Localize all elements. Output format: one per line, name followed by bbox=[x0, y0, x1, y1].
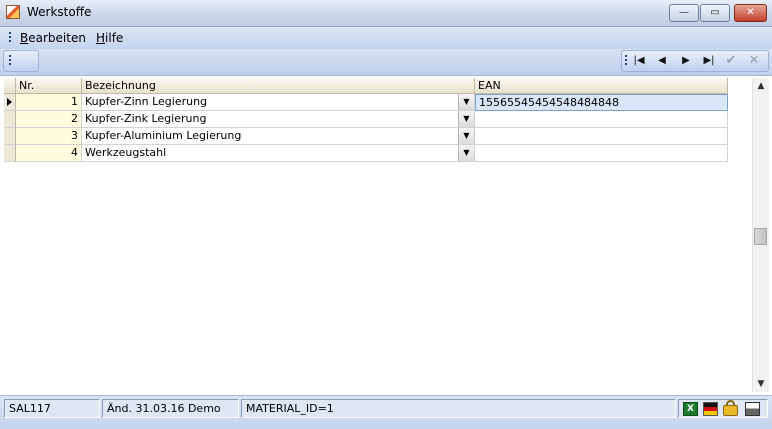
german-flag-icon[interactable] bbox=[703, 402, 718, 416]
cell-ean[interactable] bbox=[475, 145, 728, 162]
menu-bearbeiten-mnemonic: B bbox=[20, 31, 29, 45]
row-indicator[interactable] bbox=[4, 111, 16, 128]
current-row-pointer-icon bbox=[7, 98, 12, 106]
cancel-x-icon[interactable]: ✕ bbox=[745, 53, 763, 69]
navigator-grip-icon[interactable] bbox=[625, 55, 627, 67]
vertical-scrollbar[interactable]: ▲ ▼ bbox=[752, 78, 769, 392]
toolbar: |◀ ◀ ▶ ▶| ✔ ✕ bbox=[0, 49, 772, 76]
toolbar-grip-icon[interactable] bbox=[9, 55, 11, 67]
status-icon-panel: X bbox=[678, 399, 768, 418]
record-navigator: |◀ ◀ ▶ ▶| ✔ ✕ bbox=[621, 50, 769, 72]
scroll-down-icon[interactable]: ▼ bbox=[753, 376, 769, 392]
werkstoffe-grid: Nr. Bezeichnung EAN 1 Kupfer-Zinn Legier… bbox=[4, 78, 752, 394]
header-bezeichnung[interactable]: Bezeichnung bbox=[82, 78, 475, 94]
cell-nr[interactable]: 2 bbox=[16, 111, 82, 128]
row-indicator[interactable] bbox=[4, 128, 16, 145]
cell-bezeichnung-text: Kupfer-Zink Legierung bbox=[85, 112, 207, 125]
cell-bezeichnung[interactable]: Kupfer-Aluminium Legierung ▼ bbox=[82, 128, 475, 145]
printer-icon[interactable] bbox=[745, 402, 760, 416]
previous-record-icon[interactable]: ◀ bbox=[653, 53, 671, 69]
scroll-up-icon[interactable]: ▲ bbox=[753, 78, 769, 94]
cell-bezeichnung[interactable]: Kupfer-Zinn Legierung ▼ bbox=[82, 94, 475, 111]
menu-bearbeiten[interactable]: Bearbeiten bbox=[20, 31, 86, 45]
lock-icon[interactable] bbox=[723, 405, 738, 416]
werkstoffe-window: Werkstoffe — ▭ ✕ Bearbeiten Hilfe |◀ ◀ ▶… bbox=[0, 0, 772, 429]
first-record-icon[interactable]: |◀ bbox=[630, 53, 648, 69]
dropdown-arrow-icon[interactable]: ▼ bbox=[458, 145, 474, 161]
cell-bezeichnung-text: Werkzeugstahl bbox=[85, 146, 167, 159]
table-row[interactable]: 3 Kupfer-Aluminium Legierung ▼ bbox=[4, 128, 728, 145]
scroll-thumb[interactable] bbox=[754, 228, 767, 245]
cell-bezeichnung-text: Kupfer-Zinn Legierung bbox=[85, 95, 208, 108]
cell-nr[interactable]: 1 bbox=[16, 94, 82, 111]
title-bar[interactable]: Werkstoffe — ▭ ✕ bbox=[0, 0, 772, 27]
menu-hilfe-label: ilfe bbox=[105, 31, 124, 45]
menu-bearbeiten-label: earbeiten bbox=[28, 31, 86, 45]
maximize-button[interactable]: ▭ bbox=[700, 4, 730, 22]
cell-bezeichnung[interactable]: Werkzeugstahl ▼ bbox=[82, 145, 475, 162]
menu-hilfe[interactable]: Hilfe bbox=[96, 31, 123, 45]
toolbar-left-section[interactable] bbox=[3, 50, 39, 72]
minimize-button[interactable]: — bbox=[669, 4, 699, 22]
menu-hilfe-mnemonic: H bbox=[96, 31, 106, 45]
table-row[interactable]: 1 Kupfer-Zinn Legierung ▼ 155655454545484… bbox=[4, 94, 728, 111]
excel-icon[interactable]: X bbox=[683, 402, 698, 416]
dropdown-arrow-icon[interactable]: ▼ bbox=[458, 94, 474, 110]
row-indicator[interactable] bbox=[4, 94, 16, 111]
cell-nr[interactable]: 4 bbox=[16, 145, 82, 162]
confirm-checkmark-icon[interactable]: ✔ bbox=[722, 53, 740, 69]
header-ean[interactable]: EAN bbox=[475, 78, 728, 94]
dropdown-arrow-icon[interactable]: ▼ bbox=[458, 128, 474, 144]
status-panel-user: SAL117 bbox=[4, 399, 100, 418]
status-panel-record-id: MATERIAL_ID=1 bbox=[241, 399, 676, 418]
dropdown-arrow-icon[interactable]: ▼ bbox=[458, 111, 474, 127]
menu-grip-icon[interactable] bbox=[9, 32, 11, 44]
row-indicator[interactable] bbox=[4, 145, 16, 162]
cell-nr[interactable]: 3 bbox=[16, 128, 82, 145]
status-bar: SAL117 Änd. 31.03.16 Demo MATERIAL_ID=1 … bbox=[0, 395, 772, 429]
close-button[interactable]: ✕ bbox=[734, 4, 767, 22]
table-row[interactable]: 2 Kupfer-Zink Legierung ▼ bbox=[4, 111, 728, 128]
cell-bezeichnung[interactable]: Kupfer-Zink Legierung ▼ bbox=[82, 111, 475, 128]
last-record-icon[interactable]: ▶| bbox=[700, 53, 718, 69]
menu-bar: Bearbeiten Hilfe bbox=[0, 27, 772, 49]
header-indicator bbox=[4, 78, 16, 94]
window-title: Werkstoffe bbox=[27, 5, 92, 19]
cell-bezeichnung-text: Kupfer-Aluminium Legierung bbox=[85, 129, 242, 142]
cell-ean[interactable] bbox=[475, 128, 728, 145]
cell-ean[interactable] bbox=[475, 111, 728, 128]
table-row[interactable]: 4 Werkzeugstahl ▼ bbox=[4, 145, 728, 162]
status-panel-changed: Änd. 31.03.16 Demo bbox=[102, 399, 239, 418]
app-icon bbox=[6, 5, 20, 19]
next-record-icon[interactable]: ▶ bbox=[677, 53, 695, 69]
grid-header: Nr. Bezeichnung EAN bbox=[4, 78, 728, 94]
cell-ean[interactable]: 15565545454548484848 bbox=[475, 94, 728, 111]
header-nr[interactable]: Nr. bbox=[16, 78, 82, 94]
